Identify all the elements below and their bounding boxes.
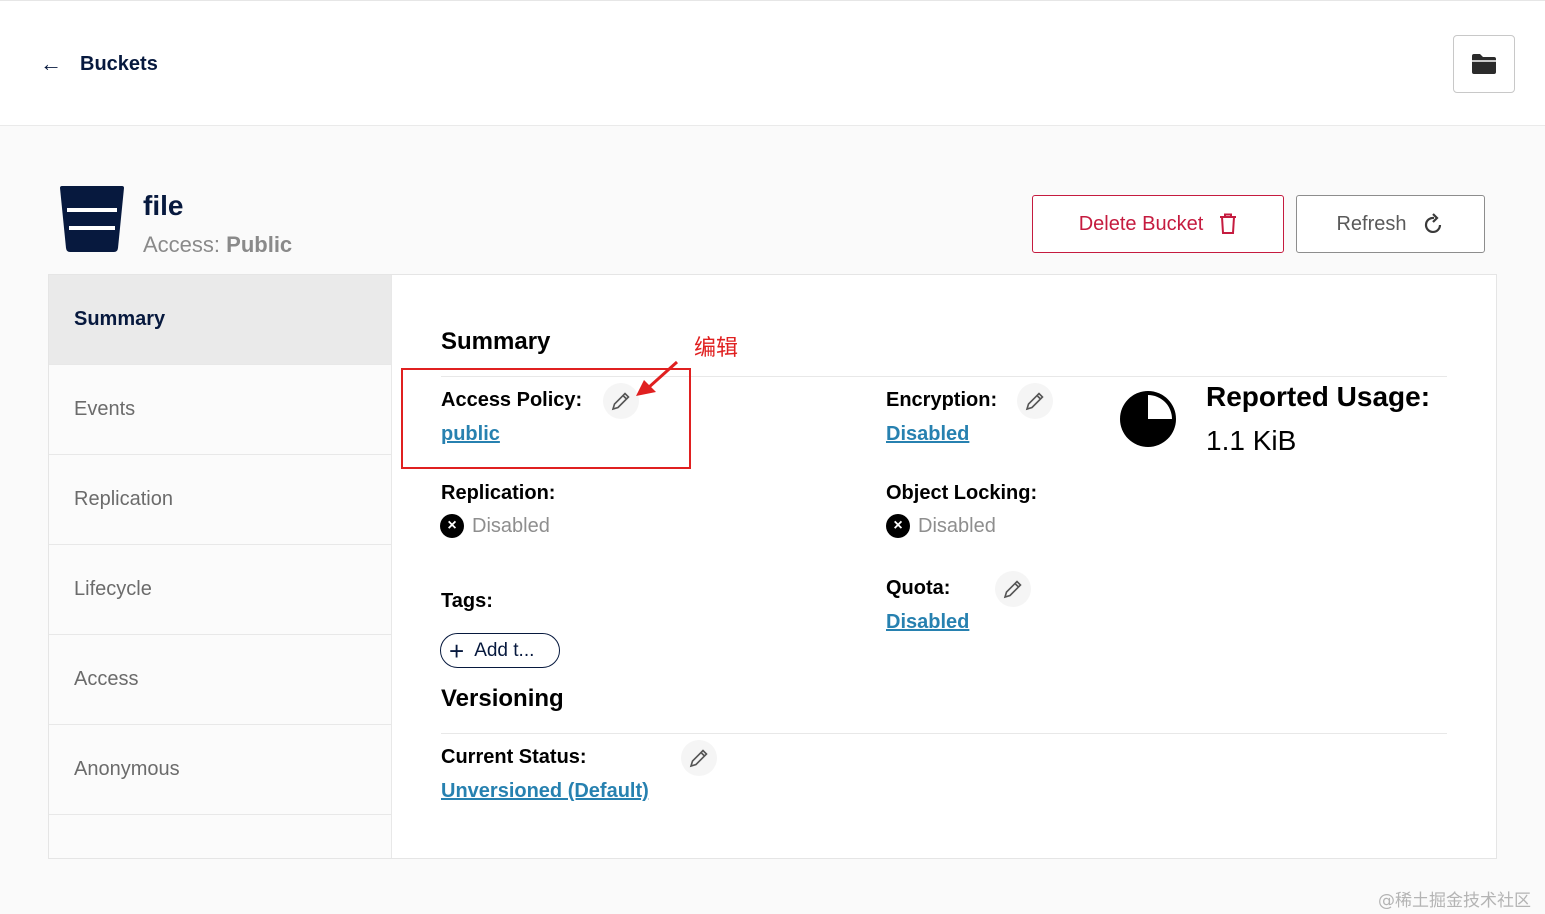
reported-usage-value: 1.1 KiB [1206,425,1297,456]
refresh-label: Refresh [1336,212,1407,235]
bucket-access-value: Public [226,232,293,257]
add-tag-button[interactable]: + Add t... [440,633,560,668]
back-to-buckets-link[interactable]: ← Buckets [40,51,158,77]
plus-icon: + [449,635,465,666]
pencil-icon [1003,580,1022,599]
sidebar: Summary Events Replication Lifecycle Acc… [49,275,392,858]
bucket-access-label: Access: [143,232,221,257]
reported-usage-label: Reported Usage: [1206,381,1431,412]
sidebar-item-summary[interactable]: Summary [49,275,391,365]
bucket-name: file [143,190,184,221]
edit-quota-button[interactable] [995,571,1031,607]
current-status-value[interactable]: Unversioned (Default) [441,780,649,803]
sidebar-item-lifecycle[interactable]: Lifecycle [49,545,391,635]
encryption-value[interactable]: Disabled [886,423,969,446]
arrow-left-icon: ← [40,51,62,76]
delete-bucket-button[interactable]: Delete Bucket [1032,195,1284,253]
top-bar: ← Buckets [0,0,1545,126]
annotation-arrow-icon [636,360,679,396]
summary-title: Summary [441,328,551,355]
x-circle-icon: × [440,514,464,538]
object-locking-value: Disabled [918,514,996,537]
add-tag-label: Add t... [474,639,535,661]
browse-folder-button[interactable] [1453,35,1515,93]
tags-label: Tags: [441,590,493,612]
sidebar-item-events[interactable]: Events [49,365,391,455]
sidebar-item-anonymous[interactable]: Anonymous [49,725,391,815]
sidebar-item-access[interactable]: Access [49,635,391,725]
refresh-button[interactable]: Refresh [1296,195,1485,253]
current-status-label: Current Status: [441,746,587,768]
bucket-icon [60,186,124,257]
annotation-label: 编辑 [694,336,739,361]
sidebar-item-replication[interactable]: Replication [49,455,391,545]
folder-icon [1472,54,1496,74]
bucket-panel: Summary Events Replication Lifecycle Acc… [48,274,1497,859]
versioning-divider [441,733,1447,734]
pencil-icon [1025,392,1044,411]
replication-status: × Disabled [440,514,550,538]
object-locking-label: Object Locking: [886,482,1038,504]
x-circle-icon: × [886,514,910,538]
versioning-title: Versioning [441,685,564,712]
bucket-access: Access: Public [143,232,292,258]
replication-value: Disabled [472,514,550,537]
edit-versioning-button[interactable] [681,740,717,776]
quota-label: Quota: [886,577,951,599]
object-locking-status: × Disabled [886,514,996,538]
refresh-icon [1424,213,1441,234]
usage-pie-icon [1120,391,1176,452]
edit-encryption-button[interactable] [1017,383,1053,419]
encryption-label: Encryption: [886,389,998,411]
trash-icon [1220,213,1237,234]
back-label: Buckets [80,53,158,75]
delete-bucket-label: Delete Bucket [1078,212,1204,235]
replication-label: Replication: [441,482,556,504]
pencil-icon [689,749,708,768]
watermark-text: @稀土掘金技术社区 [1378,891,1531,911]
quota-value[interactable]: Disabled [886,611,969,634]
